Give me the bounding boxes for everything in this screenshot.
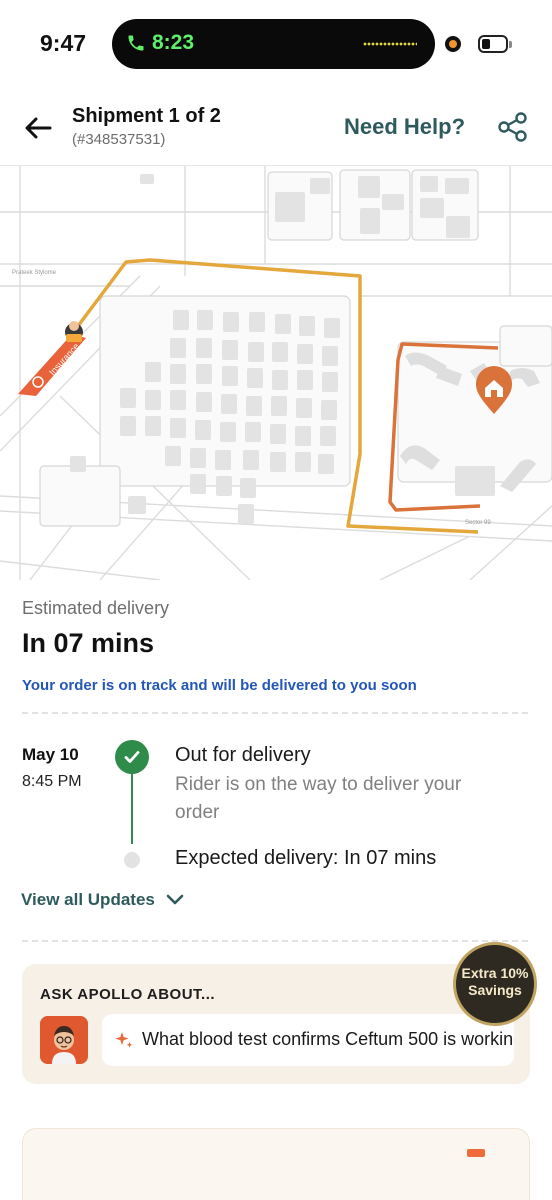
suggested-question-chip[interactable]: What blood test confirms Ceftum 500 is w… — [102, 1014, 514, 1066]
phone-icon — [128, 35, 144, 51]
need-help-link[interactable]: Need Help? — [344, 114, 465, 140]
estimated-delivery-value: In 07 mins — [22, 628, 155, 658]
shipment-id: (#348537531) — [72, 131, 166, 148]
promo-icon — [467, 1149, 485, 1157]
promo-card[interactable] — [22, 1128, 530, 1200]
doctor-avatar — [40, 1016, 88, 1064]
share-button[interactable] — [496, 110, 530, 144]
privacy-indicator-icon — [445, 36, 461, 52]
shipment-title: Shipment 1 of 2 — [72, 105, 221, 127]
timeline-description: Rider is on the way to deliver your orde… — [175, 774, 462, 823]
place-label-sector: Sector 99 — [465, 520, 491, 526]
track-status-message: Your order is on track and will be deliv… — [22, 677, 417, 694]
delivery-rider-icon[interactable]: Insurance — [18, 321, 86, 396]
back-button[interactable] — [20, 110, 56, 146]
suggested-question-text: What blood test confirms Ceftum 500 is w… — [142, 1029, 514, 1049]
chevron-down-icon — [166, 894, 184, 905]
dynamic-island[interactable]: 8:23 — [112, 19, 435, 69]
divider — [22, 940, 528, 942]
arrow-left-icon — [25, 117, 52, 139]
divider — [22, 712, 528, 714]
battery-icon — [478, 35, 512, 53]
call-indicator: 8:23 — [126, 31, 194, 55]
clock: 9:47 — [40, 30, 87, 56]
status-bar: 9:47 8:23 — [0, 0, 552, 88]
savings-line-2: Savings — [468, 982, 522, 998]
audio-wave-icon — [363, 41, 417, 47]
timeline-connector — [131, 774, 133, 844]
share-icon — [498, 112, 527, 142]
app-header: Shipment 1 of 2 (#348537531) Need Help? — [0, 88, 552, 166]
timeline-time: 8:45 PM — [22, 773, 82, 790]
sparkle-icon — [115, 1032, 133, 1048]
view-all-updates-button[interactable]: View all Updates — [21, 890, 185, 910]
call-timer: 8:23 — [152, 31, 195, 54]
delivery-map[interactable]: Prateek Stylome Sector 99 Insurance — [0, 166, 552, 580]
extra-savings-badge[interactable]: Extra 10% Savings — [453, 942, 537, 1026]
expected-delivery-text: Expected delivery: In 07 mins — [175, 847, 437, 869]
timeline-date: May 10 — [22, 745, 79, 764]
pending-step-icon — [124, 852, 140, 868]
check-icon — [115, 740, 149, 774]
view-all-updates-label: View all Updates — [21, 890, 155, 909]
savings-line-1: Extra 10% — [461, 965, 529, 981]
place-label-prateek: Prateek Stylome — [12, 270, 57, 276]
ask-apollo-title: ASK APOLLO ABOUT... — [40, 986, 216, 1003]
estimated-delivery-label: Estimated delivery — [22, 598, 170, 618]
timeline-status: Out for delivery — [175, 744, 311, 766]
